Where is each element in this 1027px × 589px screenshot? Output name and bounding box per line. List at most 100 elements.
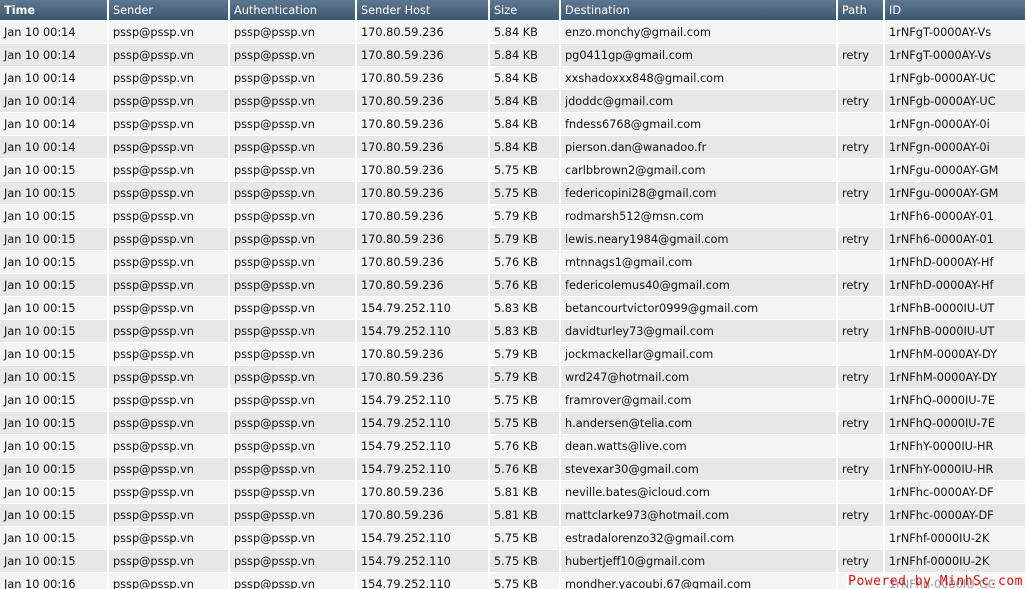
cell-path: [838, 389, 885, 412]
cell-auth: pssp@pssp.vn: [230, 21, 357, 44]
column-header-dest[interactable]: Destination: [561, 0, 838, 21]
cell-auth: pssp@pssp.vn: [230, 573, 357, 589]
cell-auth: pssp@pssp.vn: [230, 113, 357, 136]
table-row[interactable]: Jan 10 00:15 pssp@pssp.vn pssp@pssp.vn 154.…: [0, 297, 1027, 320]
table-row[interactable]: Jan 10 00:15 pssp@pssp.vn pssp@pssp.vn 170.…: [0, 228, 1027, 251]
cell-auth: pssp@pssp.vn: [230, 67, 357, 90]
cell-path: [838, 251, 885, 274]
cell-auth: pssp@pssp.vn: [230, 182, 357, 205]
cell-path: retry: [838, 366, 885, 389]
cell-auth: pssp@pssp.vn: [230, 274, 357, 297]
cell-size: 5.75 KB: [490, 412, 561, 435]
column-header-path[interactable]: Path: [838, 0, 885, 21]
cell-id: 1rNFhY-0000IU-HR: [885, 458, 1027, 481]
cell-size: 5.79 KB: [490, 228, 561, 251]
cell-size: 5.76 KB: [490, 274, 561, 297]
table-row[interactable]: Jan 10 00:15 pssp@pssp.vn pssp@pssp.vn 154.…: [0, 435, 1027, 458]
table-row[interactable]: Jan 10 00:15 pssp@pssp.vn pssp@pssp.vn 170.…: [0, 274, 1027, 297]
column-header-sender[interactable]: Sender: [109, 0, 230, 21]
cell-dest: pg0411gp@gmail.com: [561, 44, 838, 67]
cell-sender: pssp@pssp.vn: [109, 205, 230, 228]
column-header-time[interactable]: Time: [0, 0, 109, 21]
table-row[interactable]: Jan 10 00:14 pssp@pssp.vn pssp@pssp.vn 170.…: [0, 136, 1027, 159]
table-row[interactable]: Jan 10 00:15 pssp@pssp.vn pssp@pssp.vn 170.…: [0, 481, 1027, 504]
table-row[interactable]: Jan 10 00:15 pssp@pssp.vn pssp@pssp.vn 170.…: [0, 159, 1027, 182]
cell-host: 170.80.59.236: [357, 113, 490, 136]
cell-size: 5.79 KB: [490, 343, 561, 366]
cell-auth: pssp@pssp.vn: [230, 205, 357, 228]
cell-sender: pssp@pssp.vn: [109, 343, 230, 366]
cell-size: 5.84 KB: [490, 67, 561, 90]
table-row[interactable]: Jan 10 00:15 pssp@pssp.vn pssp@pssp.vn 170.…: [0, 343, 1027, 366]
cell-path: [838, 527, 885, 550]
cell-time: Jan 10 00:14: [0, 136, 109, 159]
column-header-host[interactable]: Sender Host: [357, 0, 490, 21]
cell-id: 1rNFhD-0000AY-Hf: [885, 251, 1027, 274]
column-header-auth[interactable]: Authentication: [230, 0, 357, 21]
cell-path: [838, 113, 885, 136]
table-row[interactable]: Jan 10 00:15 pssp@pssp.vn pssp@pssp.vn 170.…: [0, 182, 1027, 205]
cell-id: 1rNFhB-0000IU-UT: [885, 320, 1027, 343]
cell-dest: mondher.yacoubi.67@gmail.com: [561, 573, 838, 589]
cell-size: 5.84 KB: [490, 21, 561, 44]
cell-id: 1rNFhc-0000AY-DF: [885, 481, 1027, 504]
table-row[interactable]: Jan 10 00:15 pssp@pssp.vn pssp@pssp.vn 154.…: [0, 527, 1027, 550]
cell-id: 1rNFhc-0000AY-DF: [885, 504, 1027, 527]
cell-auth: pssp@pssp.vn: [230, 343, 357, 366]
cell-time: Jan 10 00:15: [0, 274, 109, 297]
cell-auth: pssp@pssp.vn: [230, 412, 357, 435]
cell-dest: mtnnags1@gmail.com: [561, 251, 838, 274]
cell-path: [838, 481, 885, 504]
cell-size: 5.75 KB: [490, 550, 561, 573]
cell-time: Jan 10 00:15: [0, 159, 109, 182]
cell-host: 170.80.59.236: [357, 504, 490, 527]
table-row[interactable]: Jan 10 00:15 pssp@pssp.vn pssp@pssp.vn 170.…: [0, 366, 1027, 389]
table-row[interactable]: Jan 10 00:14 pssp@pssp.vn pssp@pssp.vn 170.…: [0, 21, 1027, 44]
cell-path: retry: [838, 274, 885, 297]
cell-id: 1rNFhM-0000AY-DY: [885, 343, 1027, 366]
cell-time: Jan 10 00:14: [0, 44, 109, 67]
cell-time: Jan 10 00:15: [0, 251, 109, 274]
cell-host: 154.79.252.110: [357, 550, 490, 573]
cell-sender: pssp@pssp.vn: [109, 527, 230, 550]
table-row[interactable]: Jan 10 00:15 pssp@pssp.vn pssp@pssp.vn 170.…: [0, 251, 1027, 274]
cell-auth: pssp@pssp.vn: [230, 504, 357, 527]
cell-dest: dean.watts@live.com: [561, 435, 838, 458]
cell-sender: pssp@pssp.vn: [109, 481, 230, 504]
cell-host: 170.80.59.236: [357, 159, 490, 182]
table-row[interactable]: Jan 10 00:14 pssp@pssp.vn pssp@pssp.vn 170.…: [0, 113, 1027, 136]
cell-size: 5.84 KB: [490, 113, 561, 136]
cell-size: 5.84 KB: [490, 136, 561, 159]
cell-sender: pssp@pssp.vn: [109, 504, 230, 527]
cell-size: 5.76 KB: [490, 458, 561, 481]
table-row[interactable]: Jan 10 00:15 pssp@pssp.vn pssp@pssp.vn 154.…: [0, 458, 1027, 481]
cell-path: [838, 343, 885, 366]
cell-id: 1rNFhQ-0000IU-7E: [885, 389, 1027, 412]
cell-id: 1rNFh6-0000AY-01: [885, 205, 1027, 228]
table-row[interactable]: Jan 10 00:15 pssp@pssp.vn pssp@pssp.vn 170.…: [0, 205, 1027, 228]
table-row[interactable]: Jan 10 00:14 pssp@pssp.vn pssp@pssp.vn 170.…: [0, 44, 1027, 67]
mail-log-table: Time Sender Authentication Sender Host Size D…: [0, 0, 1027, 589]
cell-size: 5.84 KB: [490, 44, 561, 67]
cell-time: Jan 10 00:15: [0, 320, 109, 343]
table-row[interactable]: Jan 10 00:15 pssp@pssp.vn pssp@pssp.vn 154.…: [0, 389, 1027, 412]
cell-time: Jan 10 00:15: [0, 550, 109, 573]
table-row[interactable]: Jan 10 00:15 pssp@pssp.vn pssp@pssp.vn 154.…: [0, 412, 1027, 435]
table-row[interactable]: Jan 10 00:14 pssp@pssp.vn pssp@pssp.vn 170.…: [0, 67, 1027, 90]
cell-size: 5.79 KB: [490, 366, 561, 389]
table-header: Time Sender Authentication Sender Host Size D…: [0, 0, 1027, 21]
cell-dest: betancourtvictor0999@gmail.com: [561, 297, 838, 320]
cell-host: 170.80.59.236: [357, 90, 490, 113]
cell-sender: pssp@pssp.vn: [109, 251, 230, 274]
powered-by-watermark[interactable]: Powered by MinhSc.com: [846, 574, 1025, 589]
table-row[interactable]: Jan 10 00:14 pssp@pssp.vn pssp@pssp.vn 170.…: [0, 90, 1027, 113]
cell-host: 170.80.59.236: [357, 228, 490, 251]
cell-time: Jan 10 00:15: [0, 389, 109, 412]
column-header-id[interactable]: ID: [885, 0, 1027, 21]
table-row[interactable]: Jan 10 00:15 pssp@pssp.vn pssp@pssp.vn 170.…: [0, 504, 1027, 527]
table-row[interactable]: Jan 10 00:15 pssp@pssp.vn pssp@pssp.vn 154.…: [0, 320, 1027, 343]
column-header-size[interactable]: Size: [490, 0, 561, 21]
table-row[interactable]: Jan 10 00:15 pssp@pssp.vn pssp@pssp.vn 154.…: [0, 550, 1027, 573]
table-body: Jan 10 00:14 pssp@pssp.vn pssp@pssp.vn 170.…: [0, 21, 1027, 589]
cell-dest: h.andersen@telia.com: [561, 412, 838, 435]
